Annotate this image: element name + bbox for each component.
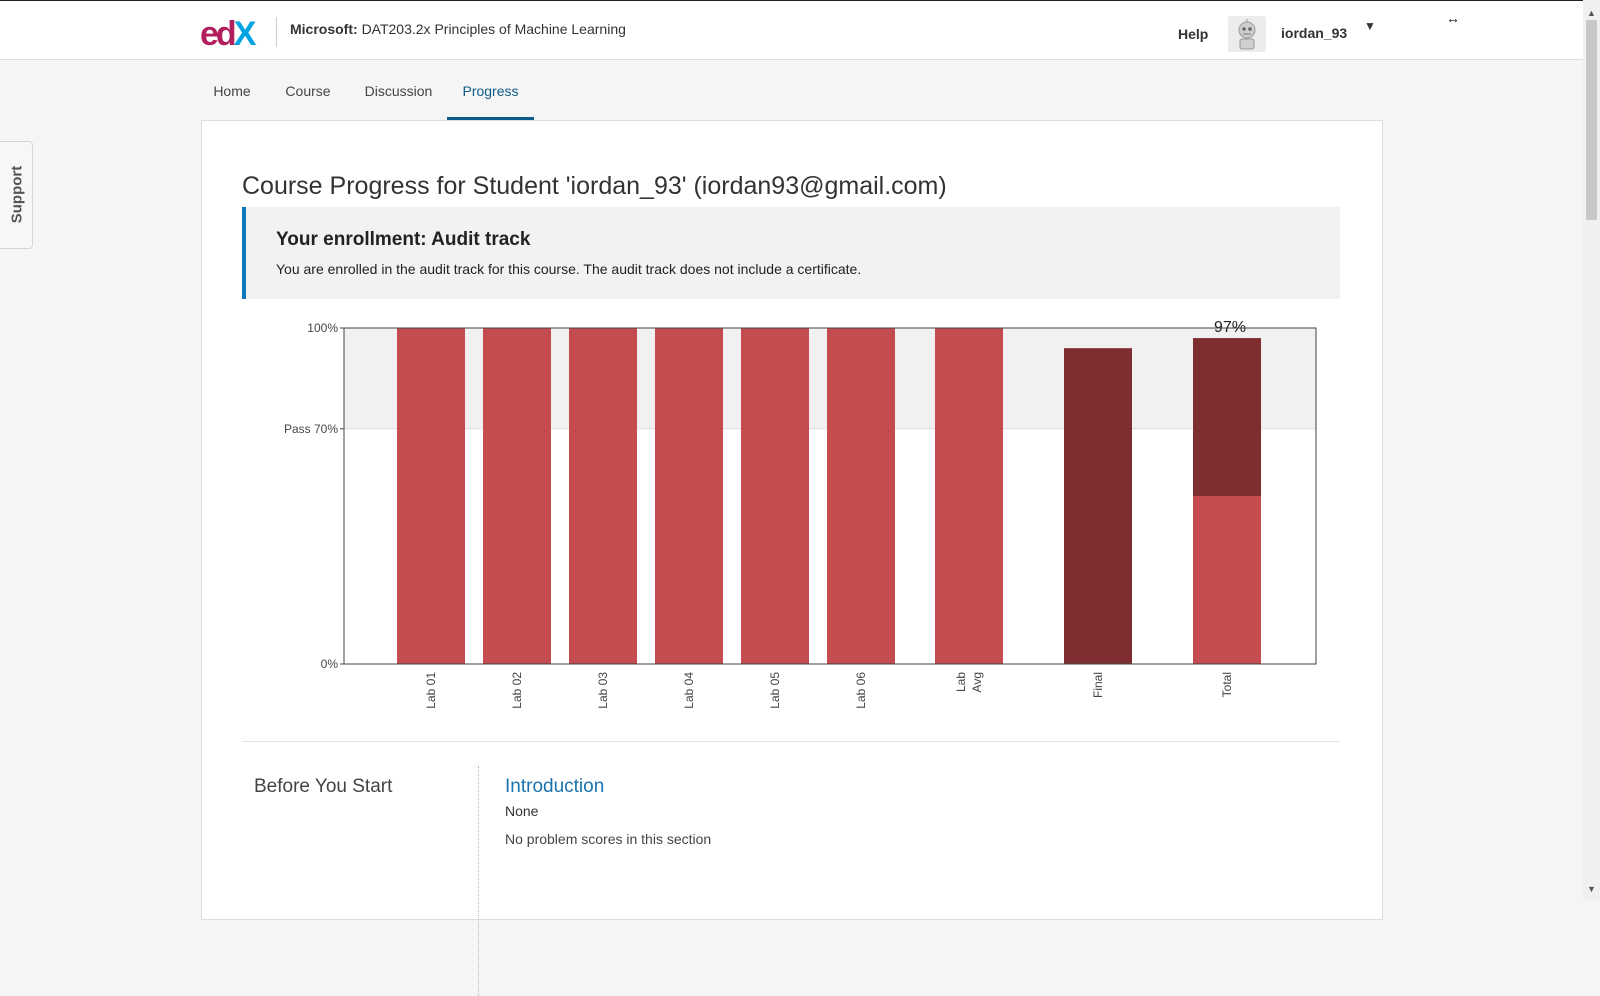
enrollment-message: You are enrolled in the audit track for … [276, 261, 862, 277]
scrollbar-thumb[interactable] [1586, 20, 1597, 220]
scroll-down-arrow-icon[interactable]: ▼ [1587, 884, 1596, 894]
tab-progress[interactable]: Progress [447, 78, 534, 120]
user-menu-chevron-down-icon[interactable]: ▼ [1364, 19, 1376, 33]
logo-letter-e: e [200, 15, 219, 53]
x-category-label: Lab [954, 672, 968, 692]
x-category-label: Lab 03 [596, 672, 610, 709]
page-title: Course Progress for Student 'iordan_93' … [242, 171, 947, 200]
bar-total-final [1193, 338, 1261, 496]
logo-divider [276, 17, 277, 47]
bar-lab-03 [569, 328, 637, 664]
x-category-label: Lab 06 [854, 672, 868, 709]
resize-cursor-icon: ↔ [1446, 10, 1460, 26]
section-separator [478, 766, 479, 996]
logo-letter-d: d [215, 15, 237, 53]
bar-lab-06 [827, 328, 895, 664]
x-category-label: Lab 05 [768, 672, 782, 709]
edx-logo[interactable]: edX [200, 15, 257, 53]
avatar-robot-icon [1228, 16, 1266, 52]
x-category-label: Lab 02 [510, 672, 524, 709]
username[interactable]: iordan_93 [1281, 25, 1347, 41]
enrollment-title: Your enrollment: Audit track [276, 229, 531, 250]
x-category-label: Lab 04 [682, 672, 696, 709]
bar-lab-01 [397, 328, 465, 664]
subsection-score: None [505, 803, 539, 819]
grade-chart: 0% Pass 70% 100% Lab 01 Lab 02 Lab 03 Lab 04 La… [284, 319, 1317, 709]
subsection-link-introduction[interactable]: Introduction [505, 776, 604, 798]
help-link[interactable]: Help [1178, 26, 1208, 42]
subsection-note: No problem scores in this section [505, 831, 712, 847]
section-divider [242, 741, 1340, 742]
course-title: Microsoft: DAT203.2x Principles of Machi… [290, 21, 626, 37]
x-category-label: Lab 01 [424, 672, 438, 709]
bar-final [1064, 348, 1132, 664]
user-avatar[interactable] [1228, 16, 1266, 52]
section-title: Before You Start [254, 776, 393, 797]
bar-lab-avg [935, 328, 1003, 664]
logo-letter-x: X [233, 15, 257, 53]
scroll-up-arrow-icon[interactable]: ▲ [1587, 8, 1596, 18]
progress-panel: Course Progress for Student 'iordan_93' … [201, 120, 1383, 996]
support-tab[interactable]: Support [0, 141, 33, 249]
tab-home[interactable]: Home [200, 78, 264, 120]
support-label: Support [8, 165, 26, 224]
x-category-label: Avg [970, 672, 984, 692]
bar-lab-04 [655, 328, 723, 664]
enrollment-banner: Your enrollment: Audit track You are enr… [242, 207, 1340, 299]
y-tick-label: 0% [321, 657, 339, 671]
x-category-label: Final [1091, 672, 1105, 698]
x-category-label: Total [1220, 672, 1234, 697]
top-header: edX Microsoft: DAT203.2x Principles of M… [0, 0, 1583, 60]
tab-course[interactable]: Course [276, 78, 340, 120]
y-tick-label: 100% [307, 321, 338, 335]
bar-lab-02 [483, 328, 551, 664]
course-name: DAT203.2x Principles of Machine Learning [361, 21, 626, 37]
y-tick-label: Pass 70% [284, 422, 338, 436]
course-org: Microsoft: [290, 21, 358, 37]
tab-discussion[interactable]: Discussion [352, 78, 445, 120]
bar-lab-05 [741, 328, 809, 664]
bar-total-lab-avg [1193, 496, 1261, 664]
